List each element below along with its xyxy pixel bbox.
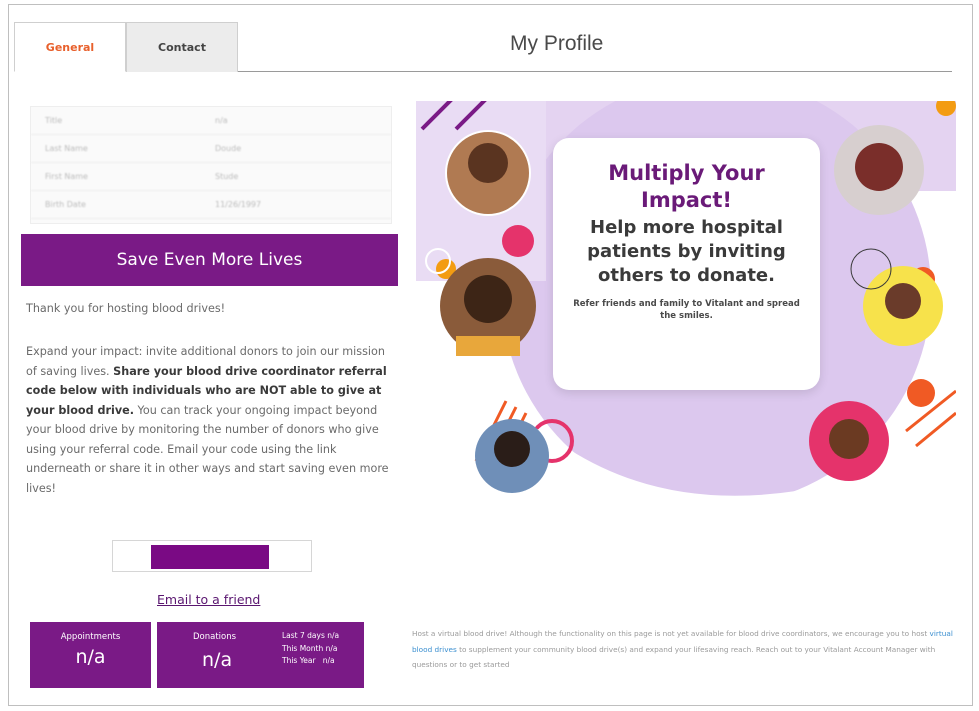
donation-periods: Last 7 days n/a This Month n/a This Year… (282, 630, 339, 668)
period-label: Last 7 days (282, 631, 325, 640)
row-value: Doude (215, 144, 242, 153)
promo-graphic: Multiply Your Impact! Help more hospital… (416, 101, 956, 511)
period-label: This Month (282, 643, 324, 653)
promo-subtitle: Help more hospital patients by inviting … (587, 217, 786, 286)
tab-contact[interactable]: Contact (126, 22, 238, 72)
row-label: Last Name (45, 144, 88, 153)
period-value: n/a (325, 643, 338, 653)
row-label: First Name (45, 172, 88, 181)
referral-code-field[interactable] (112, 540, 312, 572)
description-text-2: You can track your ongoing impact beyond… (26, 403, 389, 495)
email-friend-link[interactable]: Email to a friend (157, 592, 260, 607)
portrait-1 (445, 130, 531, 216)
page-title: My Profile (510, 32, 604, 55)
period-this-month: This Month n/a (282, 643, 339, 656)
referral-description: Expand your impact: invite additional do… (26, 342, 396, 498)
note-text-2: to supplement your community blood drive… (412, 644, 936, 670)
portrait-3 (475, 419, 549, 493)
appointments-stat: Appointments n/a (30, 622, 151, 688)
period-label: This Year (282, 656, 316, 665)
donations-label: Donations (193, 632, 237, 642)
row-value: 11/26/1997 (215, 200, 262, 209)
row-value: n/a (215, 116, 228, 125)
row-value: Stude (215, 172, 239, 181)
table-row: First Name Stude (31, 163, 391, 191)
portrait-4 (834, 125, 924, 215)
tab-underline (238, 71, 952, 72)
note-text: Host a virtual blood drive! Although the… (412, 629, 930, 638)
thanks-text: Thank you for hosting blood drives! (26, 302, 226, 315)
period-value: n/a (322, 656, 335, 665)
table-row: Last Name Doude (31, 135, 391, 163)
promo-card: Multiply Your Impact! Help more hospital… (553, 138, 820, 390)
save-lives-banner: Save Even More Lives (21, 234, 398, 286)
row-label: Title (45, 116, 63, 125)
tab-bar: General Contact (14, 22, 238, 72)
appointments-value: n/a (75, 646, 106, 668)
table-row: Title n/a (31, 107, 391, 135)
donations-value: n/a (202, 649, 233, 671)
virtual-drive-note: Host a virtual blood drive! Although the… (412, 626, 957, 673)
profile-info-table: Title n/a Last Name Doude First Name Stude … (30, 106, 392, 224)
donations-stat: Donations n/a Last 7 days n/a This Month… (157, 622, 364, 688)
promo-small-text: Refer friends and family to Vitalant and… (573, 299, 800, 321)
table-row: Birth Date 11/26/1997 (31, 191, 391, 219)
period-last-7-days: Last 7 days n/a (282, 630, 339, 643)
row-label: Birth Date (45, 200, 86, 209)
promo-title: Multiply Your Impact! (608, 161, 765, 212)
referral-code-value (151, 545, 269, 569)
period-value: n/a (327, 631, 340, 640)
period-this-year: This Year n/a (282, 655, 339, 668)
appointments-label: Appointments (60, 632, 121, 642)
tab-general[interactable]: General (14, 22, 126, 72)
portrait-6 (809, 401, 889, 481)
